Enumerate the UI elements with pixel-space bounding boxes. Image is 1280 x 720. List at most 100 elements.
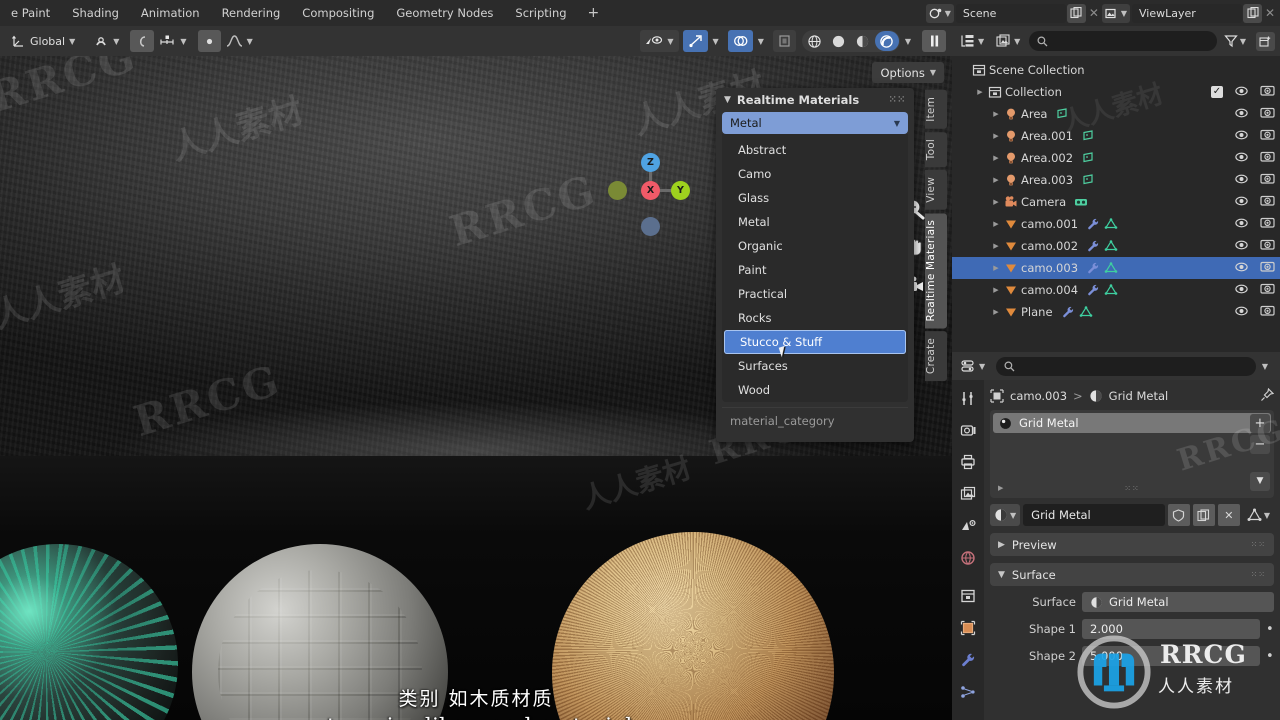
scene-browse-button[interactable]: ▼ xyxy=(925,3,954,23)
material-category-option[interactable]: Glass xyxy=(722,186,908,210)
material-slot-specials-button[interactable]: ▼ xyxy=(1250,472,1270,491)
outliner-row[interactable]: ▶ camo.001 xyxy=(952,213,1280,235)
outliner-row[interactable]: ▶ Area.001 xyxy=(952,125,1280,147)
new-viewlayer-button[interactable] xyxy=(1243,3,1262,23)
expand-triangle-icon[interactable]: ▶ xyxy=(990,132,1002,140)
workspace-tab[interactable]: Scripting xyxy=(504,0,577,26)
expand-triangle-icon[interactable]: ▶ xyxy=(974,88,986,96)
outliner-row[interactable]: ▶ Plane xyxy=(952,301,1280,323)
viewport-tab[interactable]: Realtime Materials xyxy=(925,212,947,329)
disable-in-render-toggle[interactable] xyxy=(1260,128,1275,144)
material-category-dropdown-value[interactable]: Metal ▼ xyxy=(722,112,908,134)
material-category-option[interactable]: Rocks xyxy=(722,306,908,330)
scene-name-field[interactable]: Scene xyxy=(955,3,1066,23)
new-collection-button[interactable] xyxy=(1256,31,1275,51)
properties-tab-world[interactable] xyxy=(957,548,979,568)
expand-triangle-icon[interactable]: ▶ xyxy=(990,176,1002,184)
proportional-edit-toggle[interactable] xyxy=(130,30,155,52)
outliner-display-mode-dropdown[interactable]: ▼ xyxy=(957,32,987,51)
material-slot-row[interactable]: Grid Metal xyxy=(993,413,1271,433)
properties-tab-output[interactable] xyxy=(957,452,979,472)
panel-grip[interactable]: ⁙⁙ xyxy=(889,95,906,105)
properties-editor-type-dropdown[interactable]: ▼ xyxy=(958,357,988,376)
new-material-button[interactable] xyxy=(1192,504,1215,526)
properties-tab-render[interactable] xyxy=(957,420,979,440)
expand-triangle-icon[interactable]: ▶ xyxy=(990,220,1002,228)
hide-in-viewport-toggle[interactable] xyxy=(1234,261,1249,276)
properties-tab-modifiers[interactable] xyxy=(957,650,979,670)
panel-header[interactable]: ▼ Realtime Materials ⁙⁙ xyxy=(716,88,914,112)
workspace-tab[interactable]: e Paint xyxy=(0,0,61,26)
navigation-gizmo[interactable]: Z X Y xyxy=(608,148,694,236)
remove-viewlayer-button[interactable]: ✕ xyxy=(1262,6,1278,20)
viewlayer-name-field[interactable]: ViewLayer xyxy=(1132,3,1242,23)
material-category-option[interactable]: Metal xyxy=(722,210,908,234)
remove-material-slot-button[interactable]: − xyxy=(1250,435,1270,454)
material-panel-header[interactable]: ▼ Surface ⁙⁙ xyxy=(990,563,1274,586)
panel-grip[interactable]: ⁙⁙ xyxy=(1251,570,1266,579)
expand-triangle-icon[interactable]: ▶ xyxy=(990,242,1002,250)
slot-list-grip[interactable]: ⁙⁙ xyxy=(1124,484,1139,493)
properties-tab-tool[interactable] xyxy=(957,388,979,408)
expand-triangle-icon[interactable]: ▶ xyxy=(990,154,1002,162)
overlays-dropdown[interactable]: ▼ xyxy=(753,30,769,52)
transform-orientation-dropdown[interactable]: Global ▼ xyxy=(6,30,80,52)
hide-in-viewport-toggle[interactable] xyxy=(1234,173,1249,188)
property-value[interactable]: 2.000 xyxy=(1082,619,1260,639)
expand-triangle-icon[interactable]: ▶ xyxy=(990,264,1002,272)
collection-checkbox[interactable]: ✓ xyxy=(1211,86,1223,98)
browse-material-button[interactable]: ▼ xyxy=(990,504,1021,526)
snap-dropdown[interactable]: ▼ xyxy=(88,30,124,52)
material-category-option[interactable]: Organic xyxy=(722,234,908,258)
remove-scene-button[interactable]: ✕ xyxy=(1086,6,1102,20)
disable-in-render-toggle[interactable] xyxy=(1260,282,1275,298)
properties-search-input[interactable] xyxy=(996,356,1256,376)
hide-in-viewport-toggle[interactable] xyxy=(1234,217,1249,232)
material-category-option[interactable]: Practical xyxy=(722,282,908,306)
breadcrumb-object[interactable]: camo.003 xyxy=(1010,389,1067,403)
disable-in-render-toggle[interactable] xyxy=(1260,194,1275,210)
disable-in-render-toggle[interactable] xyxy=(1260,106,1275,122)
xray-toggle[interactable] xyxy=(772,30,796,52)
material-display-dropdown[interactable]: ▼ xyxy=(1243,504,1274,526)
material-slot-list[interactable]: Grid Metal ▶ ⁙⁙ + − ▼ xyxy=(990,410,1274,498)
shading-material-preview-button[interactable] xyxy=(851,31,875,51)
new-scene-button[interactable] xyxy=(1066,3,1086,23)
fake-user-button[interactable] xyxy=(1167,504,1190,526)
outliner-row[interactable]: ▶ camo.004 xyxy=(952,279,1280,301)
animate-property-dot-icon[interactable]: • xyxy=(1266,650,1274,663)
add-material-slot-button[interactable]: + xyxy=(1250,414,1270,433)
gizmo-axis-x[interactable]: X xyxy=(641,181,660,200)
properties-tab-viewlayer[interactable] xyxy=(957,484,979,504)
shading-solid-button[interactable] xyxy=(827,31,851,51)
visibility-dropdown[interactable]: ▼ xyxy=(640,30,679,52)
disable-in-render-toggle[interactable] xyxy=(1260,260,1275,276)
viewport-options-button[interactable]: Options ▼ xyxy=(872,62,944,83)
expand-triangle-icon[interactable]: ▶ xyxy=(990,198,1002,206)
viewport-tab[interactable]: Create xyxy=(925,331,947,382)
proportional-falloff-toggle[interactable] xyxy=(197,30,221,52)
hide-in-viewport-toggle[interactable] xyxy=(1234,85,1249,100)
gizmo-toggle[interactable] xyxy=(682,30,708,52)
hide-in-viewport-toggle[interactable] xyxy=(1234,239,1249,254)
expand-triangle-icon[interactable]: ▶ xyxy=(990,308,1002,316)
panel-grip[interactable]: ⁙⁙ xyxy=(1251,540,1266,549)
hide-in-viewport-toggle[interactable] xyxy=(1234,107,1249,122)
disable-in-render-toggle[interactable] xyxy=(1260,216,1275,232)
viewport-tab[interactable]: View xyxy=(925,169,947,210)
slot-expand-triangle-icon[interactable]: ▶ xyxy=(998,484,1003,492)
outliner-search-input[interactable] xyxy=(1029,31,1217,51)
snap-target-dropdown[interactable]: ▼ xyxy=(154,30,191,52)
expand-triangle-icon[interactable]: ▶ xyxy=(990,110,1002,118)
material-panel-header[interactable]: ▶ Preview ⁙⁙ xyxy=(990,533,1274,556)
outliner-row[interactable]: ▶ Collection ✓ xyxy=(952,81,1280,103)
workspace-tab[interactable]: Shading xyxy=(61,0,130,26)
breadcrumb-material[interactable]: Grid Metal xyxy=(1109,389,1169,403)
hide-in-viewport-toggle[interactable] xyxy=(1234,283,1249,298)
outliner-row[interactable]: ▶ Area.003 xyxy=(952,169,1280,191)
gizmo-axis-neg-y[interactable] xyxy=(608,181,627,200)
material-category-option[interactable]: Stucco & Stuff xyxy=(724,330,906,354)
disable-in-render-toggle[interactable] xyxy=(1260,238,1275,254)
material-category-option[interactable]: Wood xyxy=(722,378,908,402)
viewport-tab[interactable]: Tool xyxy=(925,131,947,167)
